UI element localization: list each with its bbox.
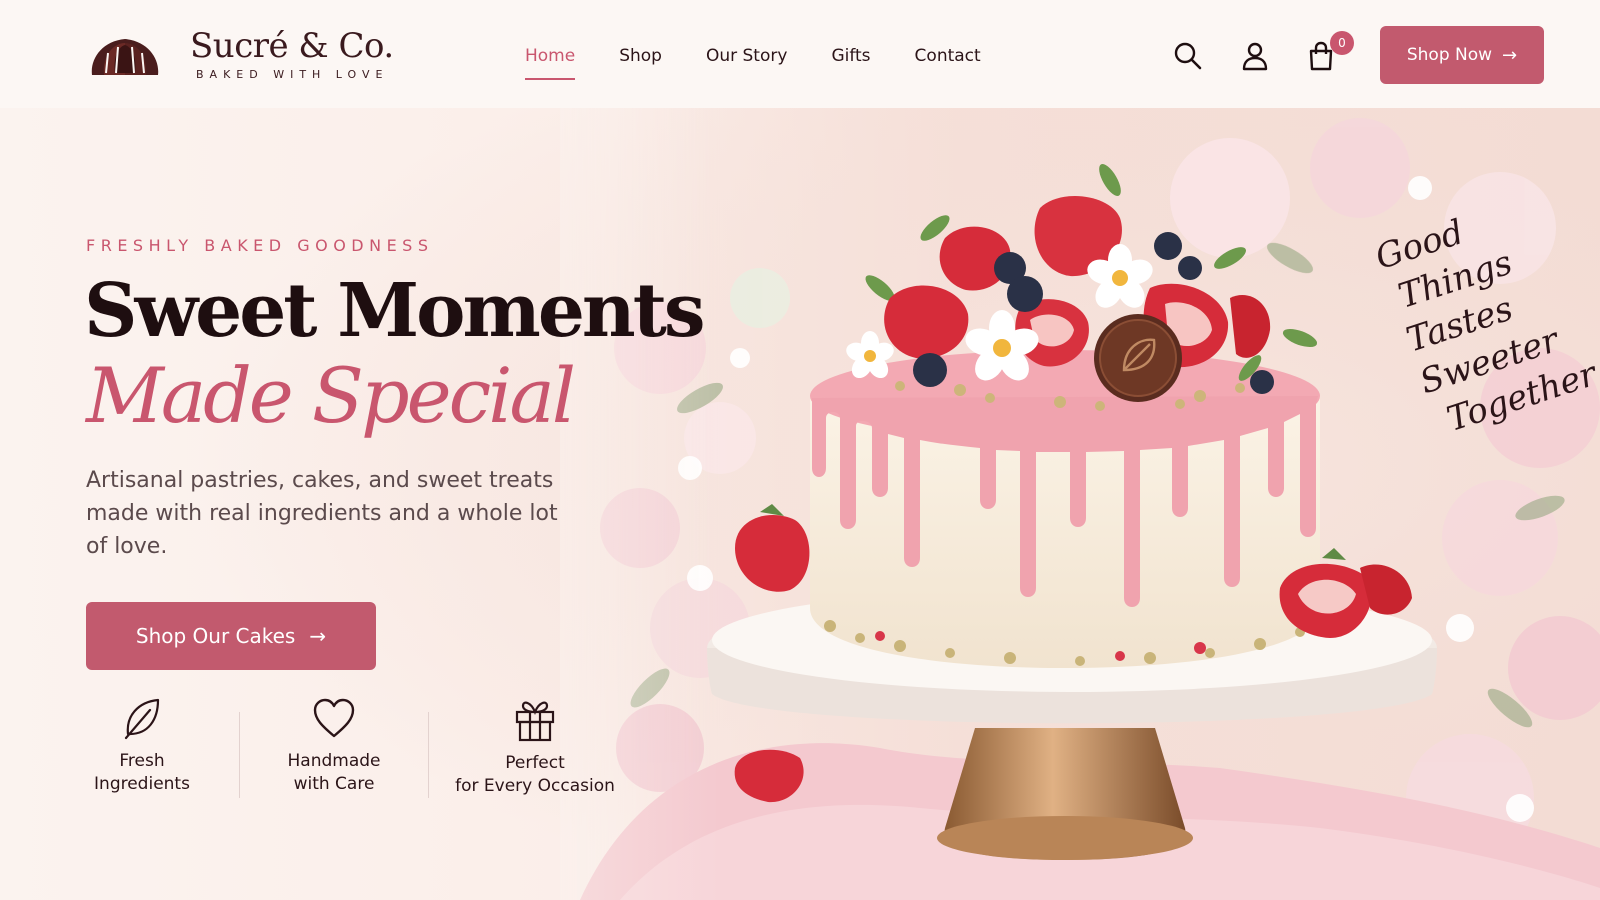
shop-now-label: Shop Now — [1406, 45, 1493, 65]
gift-icon — [515, 701, 555, 742]
nav-our-story[interactable]: Our Story — [706, 44, 787, 68]
nav-shop[interactable]: Shop — [619, 44, 662, 68]
feature-perfect-occasion: Perfect for Every Occasion — [452, 696, 618, 798]
hero-title-line2: Made Special — [86, 351, 576, 440]
feature-label-line2: for Every Occasion — [455, 776, 615, 796]
feature-divider — [428, 712, 429, 798]
nav-contact[interactable]: Contact — [915, 44, 981, 68]
main-nav: Home Shop Our Story Gifts Contact — [525, 44, 1025, 80]
leaf-icon — [124, 698, 160, 740]
arrow-right-icon: → — [309, 624, 327, 648]
cart-count-badge: 0 — [1330, 31, 1354, 55]
search-icon[interactable] — [1172, 40, 1204, 72]
brand-tagline: BAKED WITH LOVE — [196, 68, 389, 81]
hero-eyebrow: FRESHLY BAKED GOODNESS — [86, 236, 434, 255]
account-icon[interactable] — [1239, 40, 1271, 72]
cta-label: Shop Our Cakes — [135, 624, 296, 648]
shop-now-button[interactable]: Shop Now → — [1380, 26, 1544, 84]
brand-logo[interactable]: Sucré & Co. BAKED WITH LOVE — [88, 26, 394, 81]
feature-label-line1: Perfect — [505, 753, 565, 773]
feature-fresh-ingredients: Fresh Ingredients — [92, 696, 192, 796]
feature-divider — [239, 712, 240, 798]
feature-label-line1: Fresh — [119, 751, 165, 771]
brand-name: Sucré & Co. — [190, 26, 394, 66]
shop-our-cakes-button[interactable]: Shop Our Cakes → — [86, 602, 376, 670]
hero-section: FRESHLY BAKED GOODNESS Sweet Moments Mad… — [0, 108, 1600, 900]
arrow-right-icon: → — [1502, 44, 1518, 66]
site-header: Sucré & Co. BAKED WITH LOVE Home Shop Ou… — [0, 0, 1600, 108]
feature-label-line2: Ingredients — [94, 774, 190, 794]
feature-label-line2: with Care — [293, 774, 375, 794]
feature-handmade: Handmade with Care — [278, 696, 390, 796]
hero-subtitle: Artisanal pastries, cakes, and sweet tre… — [86, 468, 558, 559]
nav-gifts[interactable]: Gifts — [831, 44, 870, 68]
nav-home[interactable]: Home — [525, 44, 576, 80]
hero-title-line1: Sweet Moments — [84, 268, 706, 354]
croissant-icon — [91, 38, 159, 75]
feature-label-line1: Handmade — [287, 751, 381, 771]
heart-icon — [313, 698, 355, 738]
